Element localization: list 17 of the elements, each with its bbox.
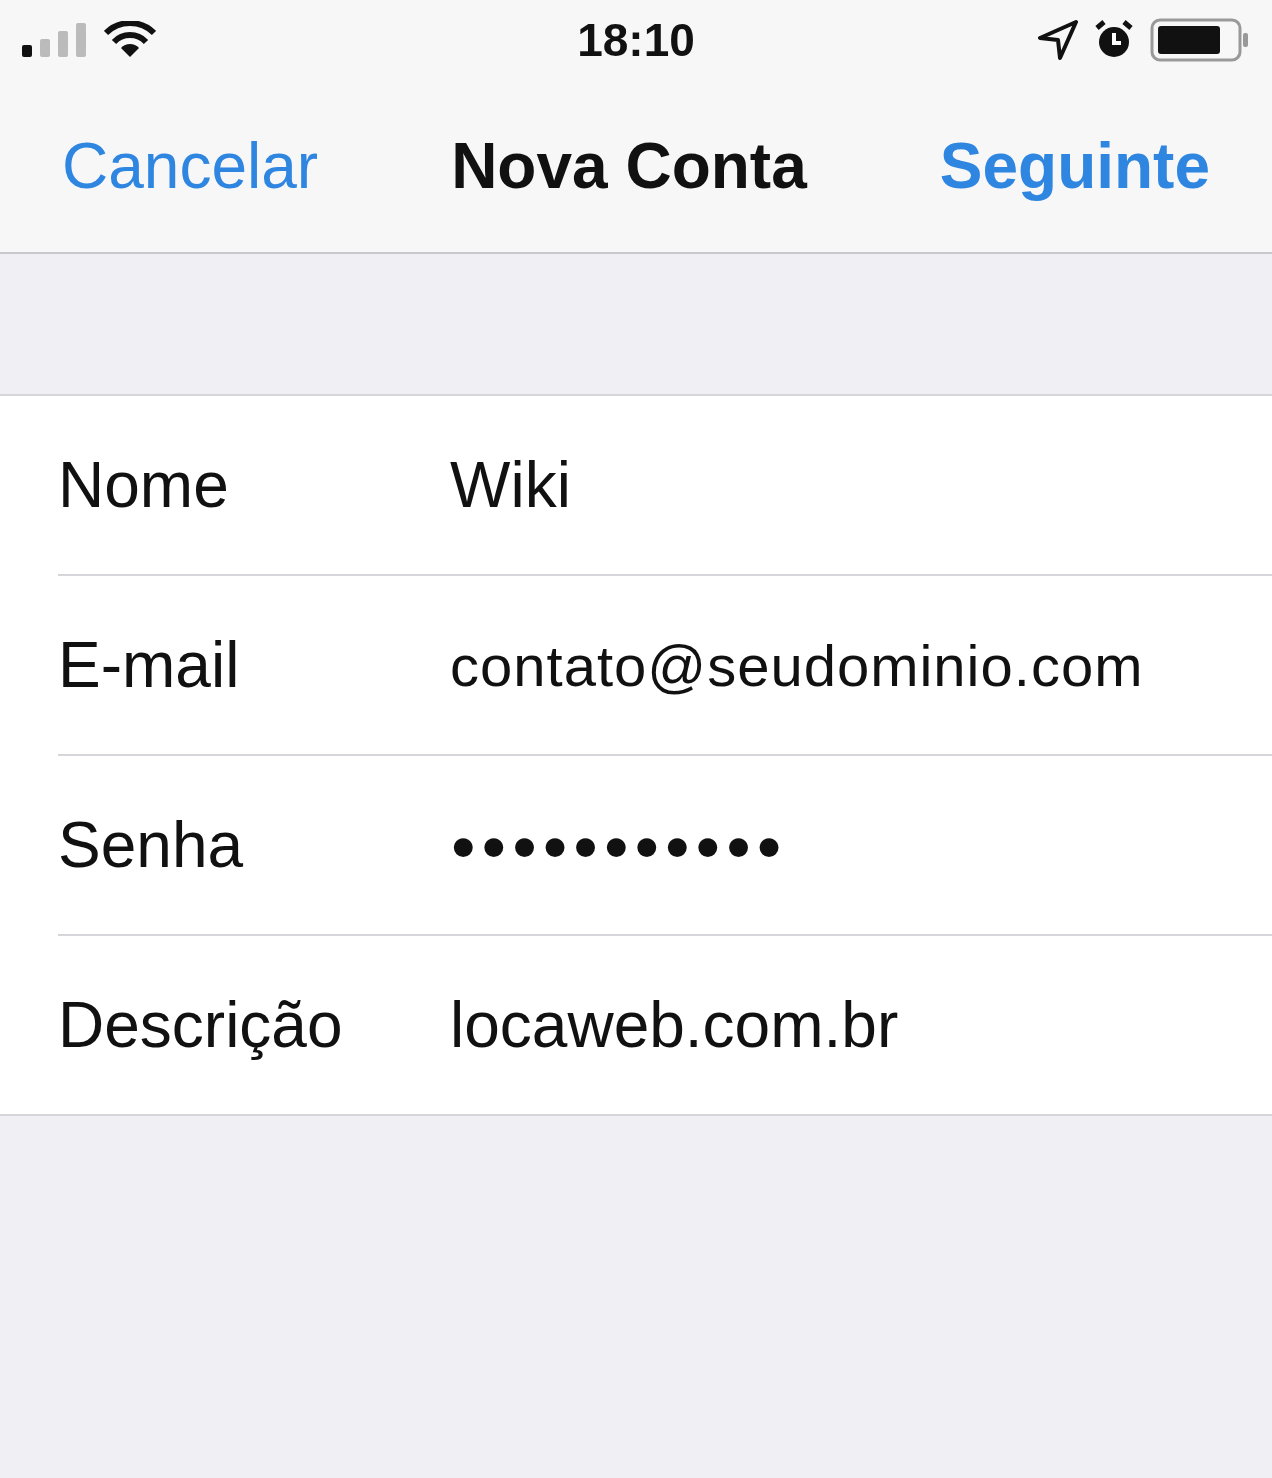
field-label: Descrição [58,988,344,1062]
text-field[interactable]: locaweb.com.br [450,988,899,1062]
next-button[interactable]: Seguinte [939,129,1210,203]
email-field[interactable]: contato@seudominio.com [450,631,1144,699]
field-label: E-mail [58,628,241,702]
field-label: Senha [58,808,245,882]
cancel-button[interactable]: Cancelar [62,129,319,203]
field-label: Nome [58,448,230,522]
nav-title: Nova Conta [451,129,807,203]
alarm-clock-icon [1094,20,1134,60]
status-time: 18:10 [577,13,695,67]
signal-icon [22,23,88,57]
battery-icon [1150,18,1250,62]
wifi-icon [104,21,156,59]
password-field[interactable]: ●●●●●●●●●●● [450,820,787,870]
location-arrow-icon [1038,20,1078,60]
text-field[interactable]: Wiki [450,448,571,522]
